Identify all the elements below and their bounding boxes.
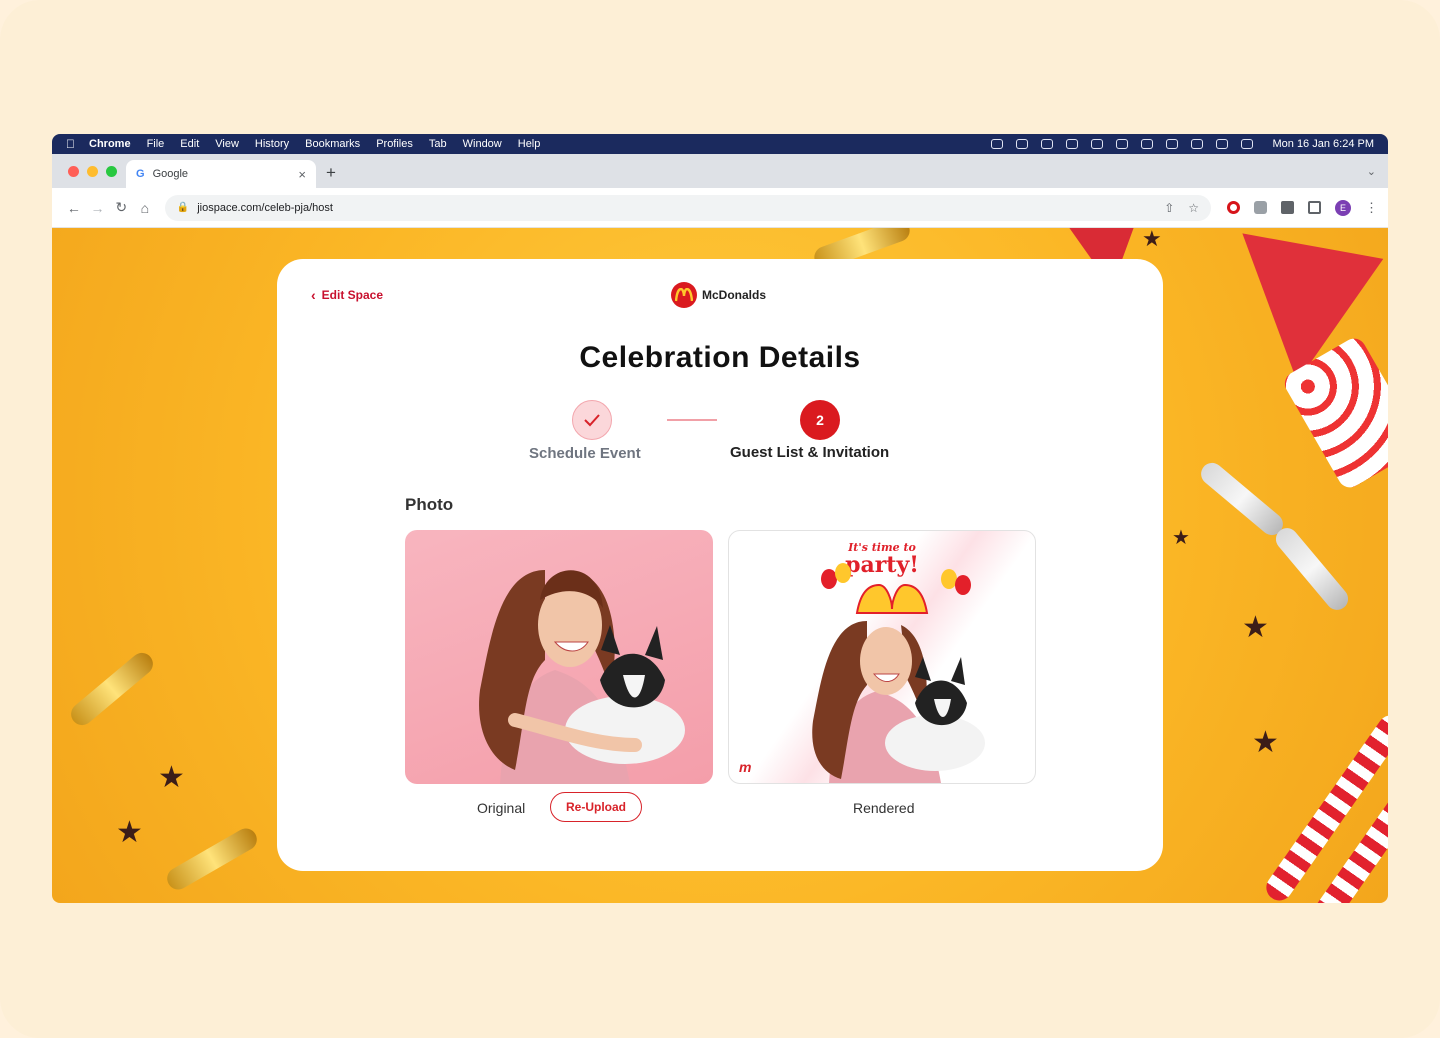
zoom-window-button[interactable] bbox=[106, 166, 117, 177]
control-center-icon[interactable] bbox=[1216, 139, 1229, 149]
brand-header: McDonalds bbox=[671, 282, 766, 308]
menu-bookmarks[interactable]: Bookmarks bbox=[305, 138, 360, 150]
wifi-icon[interactable] bbox=[1166, 139, 1179, 149]
star-confetti-decoration: ★ bbox=[1252, 726, 1279, 759]
profile-avatar[interactable]: E bbox=[1335, 199, 1352, 216]
opera-extension-icon[interactable] bbox=[1227, 201, 1241, 214]
extensions-area: E ⋮ bbox=[1227, 199, 1378, 216]
original-photo bbox=[405, 530, 713, 784]
menu-history[interactable]: History bbox=[255, 138, 289, 150]
home-icon[interactable]: ⌂ bbox=[133, 200, 157, 216]
forward-arrow-icon[interactable]: → bbox=[86, 200, 110, 216]
menu-view[interactable]: View bbox=[215, 138, 239, 150]
close-window-button[interactable] bbox=[68, 166, 79, 177]
status-app-icon[interactable] bbox=[1091, 139, 1104, 149]
chevron-left-icon: ‹ bbox=[311, 287, 316, 303]
mcdonalds-watermark-icon: m bbox=[739, 759, 752, 775]
new-tab-icon[interactable]: + bbox=[326, 163, 336, 183]
star-confetti-decoration: ★ bbox=[1142, 228, 1162, 251]
extensions-puzzle-icon[interactable] bbox=[1281, 201, 1295, 214]
lock-icon[interactable]: 🔒 bbox=[177, 202, 189, 213]
status-app-icon[interactable] bbox=[1041, 139, 1054, 149]
menu-profiles[interactable]: Profiles bbox=[376, 138, 413, 150]
window-controls bbox=[68, 166, 117, 177]
screenshot-frame:  Chrome File Edit View History Bookmark… bbox=[0, 0, 1440, 1038]
page-viewport: ★ ★ ★ ★ ★ ★ ‹ Edit Space McDonalds Celeb… bbox=[52, 228, 1388, 903]
browser-toolbar: ← → ↻ ⌂ 🔒 jiospace.com/celeb-pja/host ⇧ … bbox=[52, 188, 1388, 228]
spotlight-search-icon[interactable] bbox=[1191, 139, 1204, 149]
woman-with-dog-image bbox=[479, 570, 685, 784]
reload-icon[interactable]: ↻ bbox=[109, 199, 133, 216]
browser-tab[interactable]: G Google × bbox=[126, 160, 316, 188]
status-app-icon[interactable] bbox=[991, 139, 1004, 149]
edit-space-back-link[interactable]: ‹ Edit Space bbox=[311, 287, 383, 303]
tab-search-chevron-icon[interactable]: ⌄ bbox=[1367, 165, 1376, 178]
rendered-woman-with-dog-image bbox=[812, 583, 985, 783]
brand-name: McDonalds bbox=[702, 288, 767, 302]
back-arrow-icon[interactable]: ← bbox=[62, 200, 86, 216]
step-guest-list-indicator[interactable]: 2 bbox=[800, 400, 840, 440]
menu-help[interactable]: Help bbox=[518, 138, 541, 150]
side-panel-icon[interactable] bbox=[1308, 201, 1322, 214]
checkmark-icon bbox=[584, 414, 600, 427]
apple-icon[interactable]:  bbox=[66, 137, 75, 151]
google-favicon-icon: G bbox=[136, 168, 145, 180]
silver-ribbon-decoration bbox=[1271, 523, 1353, 615]
star-confetti-decoration: ★ bbox=[116, 816, 143, 849]
step-schedule-event-label[interactable]: Schedule Event bbox=[529, 445, 641, 462]
status-shield-icon[interactable] bbox=[1066, 139, 1079, 149]
star-confetti-decoration: ★ bbox=[158, 761, 185, 794]
back-label: Edit Space bbox=[321, 288, 384, 302]
siri-icon[interactable] bbox=[1241, 139, 1254, 149]
rendered-caption: Rendered bbox=[853, 800, 915, 816]
photo-section-label: Photo bbox=[405, 495, 454, 514]
silver-ribbon-decoration bbox=[1196, 458, 1288, 540]
share-icon[interactable]: ⇧ bbox=[1164, 201, 1174, 215]
rendered-photo: It's time to party! m bbox=[728, 530, 1036, 784]
menu-window[interactable]: Window bbox=[463, 138, 502, 150]
screenshot-extension-icon[interactable] bbox=[1254, 201, 1268, 214]
step-schedule-event-indicator[interactable] bbox=[572, 400, 612, 440]
menu-file[interactable]: File bbox=[147, 138, 165, 150]
page-title: Celebration Details bbox=[579, 341, 861, 374]
bluetooth-icon[interactable] bbox=[1116, 139, 1129, 149]
star-confetti-decoration: ★ bbox=[1172, 527, 1190, 549]
reupload-button[interactable]: Re-Upload bbox=[550, 792, 642, 822]
macos-menubar:  Chrome File Edit View History Bookmark… bbox=[52, 134, 1388, 154]
menu-tab[interactable]: Tab bbox=[429, 138, 447, 150]
star-confetti-decoration: ★ bbox=[1242, 611, 1269, 644]
url-text[interactable]: jiospace.com/celeb-pja/host bbox=[197, 202, 333, 214]
address-bar[interactable]: 🔒 jiospace.com/celeb-pja/host ⇧ ☆ bbox=[164, 194, 1212, 221]
gold-ribbon-decoration bbox=[66, 648, 158, 730]
mcdonalds-logo-icon bbox=[671, 282, 697, 308]
bookmark-star-icon[interactable]: ☆ bbox=[1188, 202, 1199, 214]
browser-tab-strip: G Google × + ⌄ bbox=[52, 154, 1388, 188]
tab-title: Google bbox=[152, 168, 189, 180]
menubar-clock[interactable]: Mon 16 Jan 6:24 PM bbox=[1272, 138, 1374, 150]
status-area: Mon 16 Jan 6:24 PM bbox=[991, 138, 1374, 150]
celebration-details-card: ‹ Edit Space McDonalds Celebration Detai… bbox=[277, 259, 1163, 871]
original-caption: Original bbox=[477, 800, 526, 816]
step-guest-list-label[interactable]: Guest List & Invitation bbox=[730, 444, 889, 461]
minimize-window-button[interactable] bbox=[87, 166, 98, 177]
menu-app-name[interactable]: Chrome bbox=[89, 138, 131, 150]
menu-edit[interactable]: Edit bbox=[180, 138, 199, 150]
chrome-menu-icon[interactable]: ⋮ bbox=[1365, 200, 1378, 216]
stepper-connector bbox=[667, 419, 717, 421]
status-creative-cloud-icon[interactable] bbox=[1016, 139, 1029, 149]
close-tab-icon[interactable]: × bbox=[298, 167, 306, 182]
battery-icon[interactable] bbox=[1141, 139, 1154, 149]
gold-ribbon-decoration bbox=[163, 824, 261, 894]
